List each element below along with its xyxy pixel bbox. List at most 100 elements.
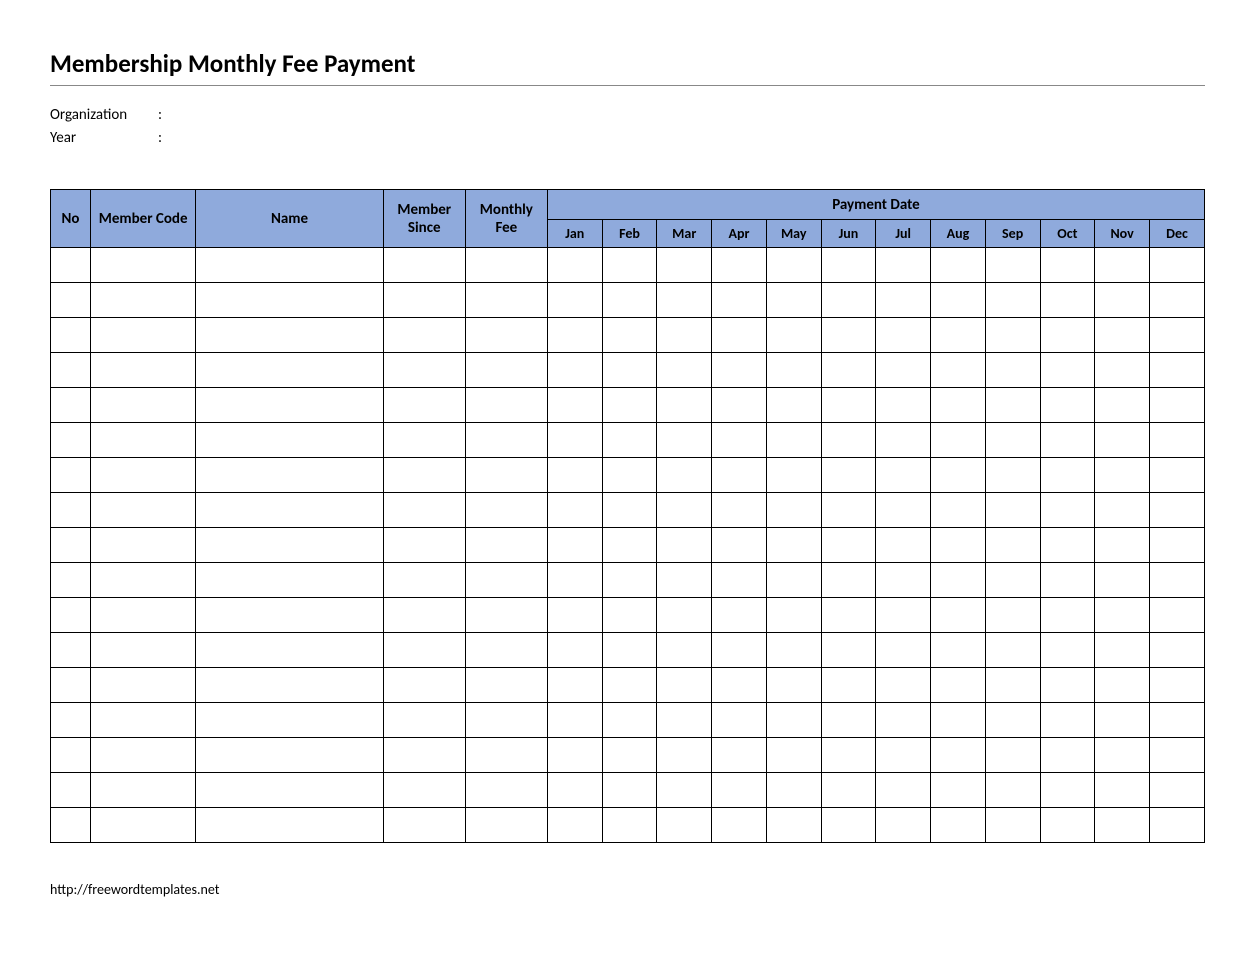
cell-since[interactable] <box>383 598 465 633</box>
cell-name[interactable] <box>196 423 383 458</box>
cell-since[interactable] <box>383 388 465 423</box>
cell-month[interactable] <box>1040 633 1095 668</box>
cell-month[interactable] <box>712 598 767 633</box>
cell-month[interactable] <box>712 563 767 598</box>
cell-no[interactable] <box>51 423 91 458</box>
cell-month[interactable] <box>1095 598 1150 633</box>
cell-month[interactable] <box>876 633 931 668</box>
cell-month[interactable] <box>821 738 876 773</box>
cell-month[interactable] <box>876 423 931 458</box>
cell-month[interactable] <box>821 528 876 563</box>
cell-month[interactable] <box>766 248 821 283</box>
cell-fee[interactable] <box>465 353 547 388</box>
cell-fee[interactable] <box>465 388 547 423</box>
cell-fee[interactable] <box>465 283 547 318</box>
cell-fee[interactable] <box>465 423 547 458</box>
cell-no[interactable] <box>51 353 91 388</box>
cell-month[interactable] <box>1149 388 1204 423</box>
cell-month[interactable] <box>931 668 986 703</box>
cell-no[interactable] <box>51 668 91 703</box>
cell-code[interactable] <box>91 563 196 598</box>
cell-month[interactable] <box>821 808 876 843</box>
cell-code[interactable] <box>91 283 196 318</box>
cell-month[interactable] <box>931 248 986 283</box>
cell-month[interactable] <box>985 388 1040 423</box>
cell-month[interactable] <box>985 423 1040 458</box>
cell-month[interactable] <box>1095 808 1150 843</box>
cell-month[interactable] <box>547 353 602 388</box>
cell-month[interactable] <box>547 248 602 283</box>
cell-month[interactable] <box>1149 738 1204 773</box>
cell-month[interactable] <box>1040 808 1095 843</box>
cell-month[interactable] <box>821 248 876 283</box>
cell-since[interactable] <box>383 633 465 668</box>
cell-month[interactable] <box>985 773 1040 808</box>
cell-month[interactable] <box>657 773 712 808</box>
cell-fee[interactable] <box>465 528 547 563</box>
cell-code[interactable] <box>91 738 196 773</box>
cell-month[interactable] <box>821 703 876 738</box>
cell-since[interactable] <box>383 353 465 388</box>
cell-month[interactable] <box>1095 318 1150 353</box>
cell-month[interactable] <box>712 668 767 703</box>
cell-month[interactable] <box>931 458 986 493</box>
cell-month[interactable] <box>766 668 821 703</box>
cell-since[interactable] <box>383 248 465 283</box>
cell-month[interactable] <box>547 703 602 738</box>
cell-month[interactable] <box>1149 773 1204 808</box>
cell-month[interactable] <box>985 633 1040 668</box>
cell-month[interactable] <box>602 703 657 738</box>
cell-since[interactable] <box>383 738 465 773</box>
cell-fee[interactable] <box>465 563 547 598</box>
cell-name[interactable] <box>196 598 383 633</box>
cell-month[interactable] <box>602 353 657 388</box>
cell-month[interactable] <box>821 423 876 458</box>
cell-month[interactable] <box>931 353 986 388</box>
cell-month[interactable] <box>712 388 767 423</box>
cell-month[interactable] <box>766 458 821 493</box>
cell-month[interactable] <box>766 598 821 633</box>
cell-code[interactable] <box>91 423 196 458</box>
cell-fee[interactable] <box>465 668 547 703</box>
cell-month[interactable] <box>876 458 931 493</box>
cell-month[interactable] <box>931 318 986 353</box>
cell-code[interactable] <box>91 248 196 283</box>
cell-code[interactable] <box>91 703 196 738</box>
cell-fee[interactable] <box>465 458 547 493</box>
cell-month[interactable] <box>1149 808 1204 843</box>
cell-no[interactable] <box>51 283 91 318</box>
cell-month[interactable] <box>985 563 1040 598</box>
cell-month[interactable] <box>657 703 712 738</box>
cell-month[interactable] <box>1095 773 1150 808</box>
cell-month[interactable] <box>602 668 657 703</box>
cell-since[interactable] <box>383 703 465 738</box>
cell-month[interactable] <box>1040 528 1095 563</box>
cell-month[interactable] <box>712 318 767 353</box>
cell-month[interactable] <box>985 598 1040 633</box>
cell-month[interactable] <box>1095 668 1150 703</box>
cell-month[interactable] <box>547 458 602 493</box>
cell-month[interactable] <box>931 388 986 423</box>
cell-month[interactable] <box>821 493 876 528</box>
cell-month[interactable] <box>657 493 712 528</box>
cell-month[interactable] <box>985 808 1040 843</box>
cell-month[interactable] <box>547 668 602 703</box>
cell-month[interactable] <box>602 563 657 598</box>
cell-month[interactable] <box>1149 248 1204 283</box>
cell-no[interactable] <box>51 773 91 808</box>
cell-month[interactable] <box>985 283 1040 318</box>
cell-month[interactable] <box>1149 633 1204 668</box>
cell-month[interactable] <box>1040 598 1095 633</box>
cell-month[interactable] <box>876 738 931 773</box>
cell-month[interactable] <box>931 493 986 528</box>
cell-month[interactable] <box>931 283 986 318</box>
cell-since[interactable] <box>383 528 465 563</box>
cell-month[interactable] <box>712 283 767 318</box>
cell-name[interactable] <box>196 388 383 423</box>
cell-month[interactable] <box>766 388 821 423</box>
cell-month[interactable] <box>602 773 657 808</box>
cell-month[interactable] <box>547 773 602 808</box>
cell-since[interactable] <box>383 423 465 458</box>
cell-month[interactable] <box>766 703 821 738</box>
cell-month[interactable] <box>985 248 1040 283</box>
